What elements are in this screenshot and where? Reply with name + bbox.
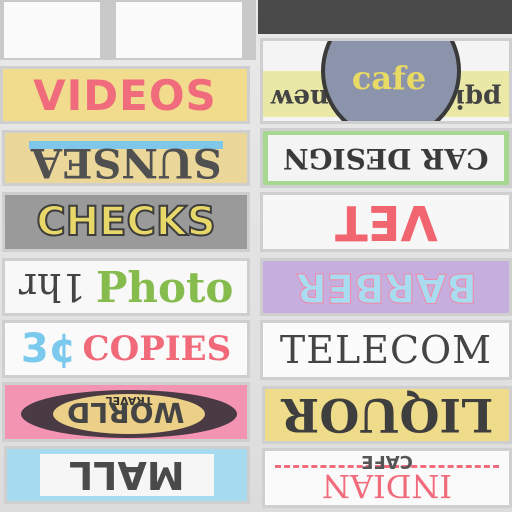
indian-cafe-sign: CAFE INDIAN <box>262 448 512 508</box>
mall-text: MALL <box>69 453 185 497</box>
vet-text: VET <box>334 194 438 250</box>
cafe-right-text: pqi <box>454 83 501 113</box>
telecom-text: TELECOM <box>279 328 493 372</box>
checks-text: CHECKS <box>35 198 216 246</box>
indian-text: INDIAN <box>321 467 453 505</box>
copies-price-text: 3¢ <box>20 326 77 372</box>
car-design-text: CAR DESIGN <box>283 141 489 175</box>
window <box>0 0 256 60</box>
copies-sign: 3¢ COPIES <box>2 320 250 378</box>
videos-sign: VIDEOS <box>0 66 250 124</box>
sunsea-sign: SUNSEA <box>2 130 250 186</box>
mall-panel: MALL <box>40 453 214 497</box>
cafe-sign: new cafe pqi <box>260 38 512 124</box>
barber-text: BARBER <box>295 264 477 311</box>
sign-wall: VIDEOS SUNSEA CHECKS 1hr Photo 3¢ COPIES… <box>0 0 512 512</box>
mall-sign: MALL <box>4 446 250 504</box>
videos-text: VIDEOS <box>33 70 217 120</box>
car-design-sign: CAR DESIGN <box>260 128 512 188</box>
liquor-sign: LIQUOR <box>262 386 512 444</box>
copies-text: COPIES <box>82 329 232 369</box>
vet-sign: VET <box>260 192 512 252</box>
photo-text: Photo <box>95 262 234 312</box>
window-pane <box>4 2 100 58</box>
travel-world-sign: TRAVEL WORLD <box>2 382 250 442</box>
photo-sign: 1hr Photo <box>2 258 250 316</box>
world-text: WORLD <box>67 395 185 429</box>
window-pane <box>116 2 242 58</box>
liquor-text: LIQUOR <box>280 388 494 442</box>
car-design-panel: CAR DESIGN <box>268 135 504 181</box>
awning <box>258 0 512 34</box>
telecom-sign: TELECOM <box>260 320 512 380</box>
checks-sign: CHECKS <box>2 192 250 252</box>
sunsea-text: SUNSEA <box>30 138 222 186</box>
photo-prefix-text: 1hr <box>19 265 86 309</box>
barber-sign: BARBER <box>260 258 512 316</box>
